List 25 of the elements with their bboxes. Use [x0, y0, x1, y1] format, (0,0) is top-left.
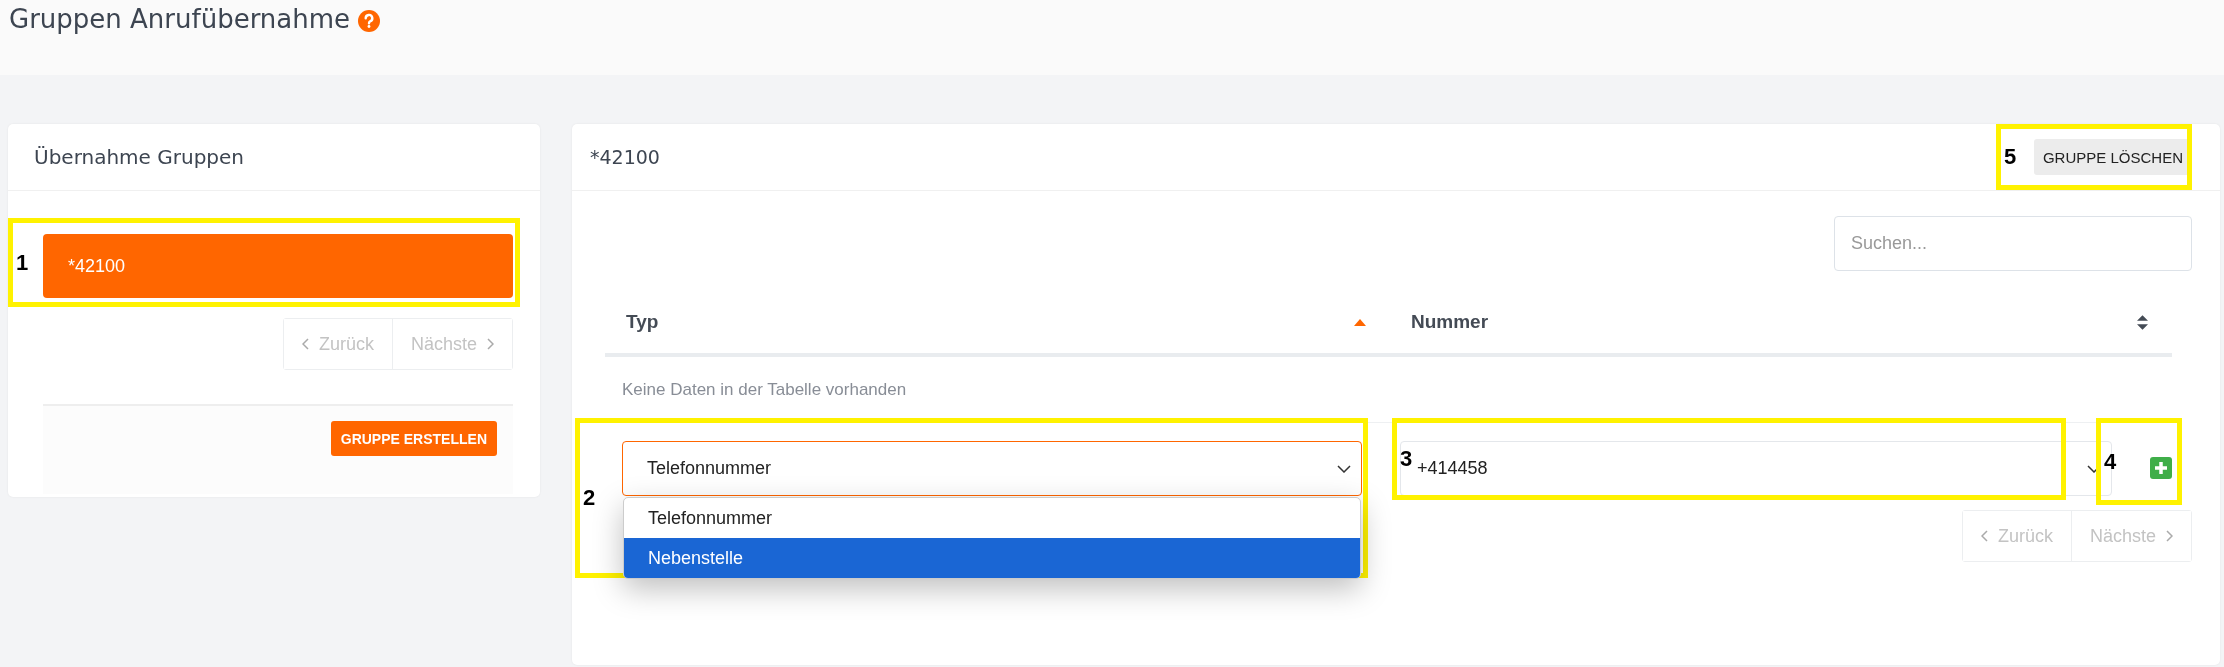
chevron-left-icon [1980, 530, 1988, 542]
column-header[interactable]: Nummer [1390, 291, 2172, 353]
callout-number: 3 [1400, 446, 1413, 472]
search-field[interactable]: Suchen... [1834, 216, 2192, 271]
help-icon[interactable] [358, 10, 381, 32]
callout-number: 2 [583, 485, 596, 511]
type-select[interactable]: Telefonnummer [622, 441, 1362, 496]
column-header[interactable]: Typ [605, 291, 1390, 353]
sort-up-icon[interactable] [1354, 318, 1366, 326]
dropdown-option[interactable]: Telefonnummer [624, 498, 1360, 538]
chevron-left-icon [301, 338, 309, 350]
card-title: *42100 [590, 146, 660, 168]
page-title: Gruppen Anrufübernahme [9, 4, 351, 34]
chevron-right-icon [2166, 530, 2173, 542]
chevron-right-icon [487, 338, 494, 350]
chevron-down-icon[interactable] [1337, 464, 1351, 473]
dropdown-option[interactable]: Nebenstelle [624, 538, 1360, 578]
empty-table-message: Keine Daten in der Tabelle vorhanden [622, 379, 907, 400]
callout-number: 5 [2004, 144, 2017, 170]
sort-icon[interactable] [2137, 314, 2148, 330]
add-icon[interactable] [2150, 457, 2172, 479]
group-item[interactable]: *42100 [43, 234, 513, 298]
callout-number: 1 [16, 249, 29, 276]
card-title: Übernahme Gruppen [34, 145, 245, 169]
create-group-button[interactable]: GRUPPE ERSTELLEN [330, 421, 497, 456]
